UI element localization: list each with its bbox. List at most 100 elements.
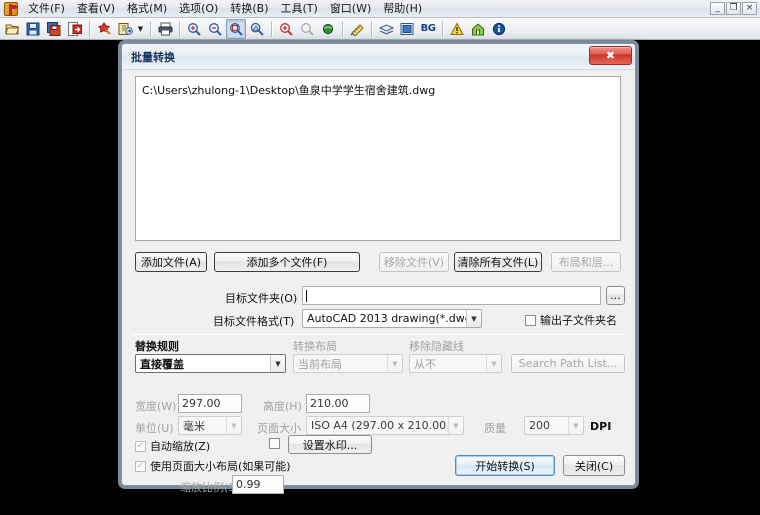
batch-convert-dialog: 批量转换 ✖ C:\Users\zhulong-1\Desktop\鱼泉中学学生… xyxy=(121,43,636,494)
add-multiple-files-button[interactable]: 添加多个文件(F) xyxy=(214,252,360,272)
info-icon[interactable] xyxy=(489,19,509,39)
menu-item-help[interactable]: 帮助(H) xyxy=(377,0,428,17)
layout-and-layer-button: 布局和层... xyxy=(551,252,621,272)
menu-item-window[interactable]: 窗口(W) xyxy=(324,0,377,17)
set-watermark-button[interactable]: 设置水印... xyxy=(288,435,372,454)
home-icon[interactable] xyxy=(468,19,488,39)
add-file-button[interactable]: 添加文件(A) xyxy=(135,252,207,272)
zoom-selected-icon[interactable] xyxy=(276,19,296,39)
unit-label: 单位(U) xyxy=(135,422,174,435)
layers-icon[interactable] xyxy=(376,19,396,39)
convert-layout-value: 当前布局 xyxy=(298,357,342,371)
measure-icon[interactable] xyxy=(347,19,367,39)
chevron-down-icon[interactable]: ▼ xyxy=(270,355,285,372)
toolbar-separator xyxy=(179,20,181,37)
application-window: 文件(F) 查看(V) 格式(M) 选项(O) 转换(B) 工具(T) 窗口(W… xyxy=(0,0,760,515)
pan-icon[interactable] xyxy=(318,19,338,39)
search-path-list-button: Search Path List... xyxy=(511,354,625,373)
menu-item-view[interactable]: 查看(V) xyxy=(71,0,121,17)
quality-unit-label: DPI xyxy=(590,420,612,433)
clear-all-files-button[interactable]: 清除所有文件(L) xyxy=(454,252,542,272)
remove-hidden-label: 移除隐藏线 xyxy=(409,340,464,353)
toolbar-separator xyxy=(89,20,91,37)
close-button[interactable]: × xyxy=(742,2,757,15)
dialog-title-bar[interactable]: 批量转换 ✖ xyxy=(122,44,635,70)
width-input[interactable]: 297.00 xyxy=(178,394,242,413)
text-caret xyxy=(306,289,307,302)
width-label: 宽度(W) xyxy=(135,400,177,413)
remove-hidden-select: 从不 ▼ xyxy=(409,354,502,373)
scale-ratio-label: 缩放比例(S) xyxy=(180,481,240,494)
checkbox-box xyxy=(525,314,536,326)
output-subfolder-checkbox[interactable]: 输出子文件夹名 xyxy=(525,312,617,328)
app-logo-icon xyxy=(4,1,18,16)
zoom-out-icon[interactable] xyxy=(205,19,225,39)
use-page-layout-checkbox[interactable]: ✓ 使用页面大小布局(如果可能) xyxy=(135,458,291,474)
replace-rule-label: 替换规则 xyxy=(135,340,179,353)
replace-rule-select[interactable]: 直接覆盖 ▼ xyxy=(135,354,286,373)
export-icon[interactable] xyxy=(65,19,85,39)
chevron-down-icon[interactable]: ▼ xyxy=(466,310,481,327)
file-list[interactable]: C:\Users\zhulong-1\Desktop\鱼泉中学学生宿舍建筑.dw… xyxy=(135,76,621,241)
convert-layout-label: 转换布局 xyxy=(293,340,337,353)
target-format-select[interactable]: AutoCAD 2013 drawing(*.dwg) ▼ xyxy=(302,309,482,328)
checkbox-box: ✓ xyxy=(135,460,146,472)
chevron-down-icon: ▼ xyxy=(448,417,463,434)
start-convert-button[interactable]: 开始转换(S) xyxy=(455,455,555,476)
scale-ratio-input[interactable]: 0.99 xyxy=(232,475,284,494)
menu-item-tools[interactable]: 工具(T) xyxy=(275,0,324,17)
auto-scale-label: 自动缩放(Z) xyxy=(150,440,211,453)
chevron-down-icon: ▼ xyxy=(387,355,402,372)
dialog-body: C:\Users\zhulong-1\Desktop\鱼泉中学学生宿舍建筑.dw… xyxy=(122,70,635,494)
pdf-export-icon[interactable] xyxy=(94,19,114,39)
image-icon[interactable] xyxy=(397,19,417,39)
menu-item-format[interactable]: 格式(M) xyxy=(121,0,173,17)
watermark-checkbox[interactable] xyxy=(269,438,280,449)
chevron-down-icon: ▼ xyxy=(226,417,241,434)
convert-layout-select: 当前布局 ▼ xyxy=(293,354,403,373)
menu-item-file[interactable]: 文件(F) xyxy=(22,0,71,17)
batch-convert-icon[interactable] xyxy=(115,19,135,39)
minimize-button[interactable]: _ xyxy=(710,2,725,15)
unit-value: 毫米 xyxy=(183,419,205,433)
zoom-in-icon[interactable] xyxy=(184,19,204,39)
menu-bar: 文件(F) 查看(V) 格式(M) 选项(O) 转换(B) 工具(T) 窗口(W… xyxy=(0,0,760,18)
bg-label: BG xyxy=(420,23,436,34)
save-icon[interactable] xyxy=(23,19,43,39)
open-file-icon[interactable] xyxy=(2,19,22,39)
scale-ratio-value: 0.99 xyxy=(236,478,261,491)
background-color-icon[interactable]: BG xyxy=(418,19,438,39)
page-size-label: 页面大小 xyxy=(257,422,301,435)
page-size-value: ISO A4 (297.00 x 210.00 MM) xyxy=(311,419,448,432)
remove-file-button: 移除文件(V) xyxy=(379,252,449,272)
auto-scale-checkbox[interactable]: ✓ 自动缩放(Z) xyxy=(135,438,210,454)
target-folder-input[interactable] xyxy=(302,286,601,305)
zoom-extents-icon[interactable] xyxy=(247,19,267,39)
dropdown-arrow-icon[interactable]: ▼ xyxy=(136,19,145,39)
target-folder-label: 目标文件夹(O) xyxy=(225,292,298,305)
quality-value: 200 xyxy=(529,419,550,432)
quality-label: 质量 xyxy=(484,422,506,435)
checkbox-box: ✓ xyxy=(135,440,146,452)
checkbox-box xyxy=(269,438,280,449)
page-size-select: ISO A4 (297.00 x 210.00 MM) ▼ xyxy=(306,416,464,435)
dialog-close-button[interactable]: ✖ xyxy=(589,46,632,65)
target-format-label: 目标文件格式(T) xyxy=(213,315,295,328)
height-input[interactable]: 210.00 xyxy=(306,394,370,413)
restore-button[interactable]: ❐ xyxy=(726,2,741,15)
chevron-down-icon: ▼ xyxy=(568,417,583,434)
toolbar-separator xyxy=(342,20,344,37)
browse-folder-button[interactable]: ... xyxy=(606,286,625,305)
toolbar-separator xyxy=(271,20,273,37)
use-page-layout-label: 使用页面大小布局(如果可能) xyxy=(150,460,291,473)
save-all-icon[interactable] xyxy=(44,19,64,39)
unit-select: 毫米 ▼ xyxy=(178,416,242,435)
close-dialog-button[interactable]: 关闭(C) xyxy=(563,455,625,476)
print-icon[interactable] xyxy=(155,19,175,39)
list-item[interactable]: C:\Users\zhulong-1\Desktop\鱼泉中学学生宿舍建筑.dw… xyxy=(142,82,614,98)
menu-item-options[interactable]: 选项(O) xyxy=(173,0,224,17)
zoom-previous-icon[interactable] xyxy=(297,19,317,39)
menu-item-convert[interactable]: 转换(B) xyxy=(224,0,274,17)
zoom-window-icon[interactable] xyxy=(226,18,246,39)
warning-icon[interactable] xyxy=(447,19,467,39)
